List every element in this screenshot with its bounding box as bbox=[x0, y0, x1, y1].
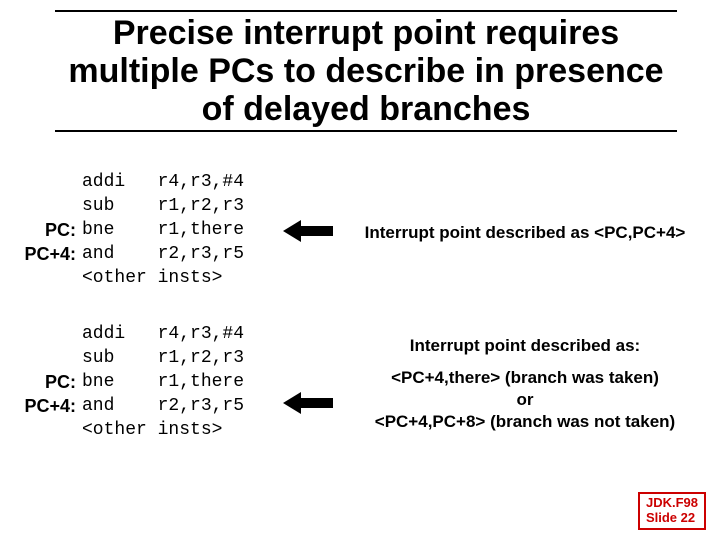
pc4-label: PC+4: bbox=[18, 394, 76, 418]
code-group-2: PC: PC+4: addi r4,r3,#4 sub r1,r2,r3 bne… bbox=[18, 322, 244, 442]
footer-badge: JDK.F98 Slide 22 bbox=[638, 492, 706, 530]
desc2-nottaken: <PC+4,PC+8> (branch was not taken) bbox=[340, 411, 710, 433]
pc-label: PC: bbox=[18, 370, 76, 394]
code-group-1: PC: PC+4: addi r4,r3,#4 sub r1,r2,r3 bne… bbox=[18, 170, 244, 290]
page-title: Precise interrupt point requires multipl… bbox=[55, 10, 677, 132]
arrow-left-icon bbox=[283, 390, 333, 416]
pc-label: PC: bbox=[18, 218, 76, 242]
pc-labels-1: PC: PC+4: bbox=[18, 170, 76, 290]
desc2-taken: <PC+4,there> (branch was taken) bbox=[340, 367, 710, 389]
pc4-label: PC+4: bbox=[18, 242, 76, 266]
desc2-or: or bbox=[340, 389, 710, 411]
slide: Precise interrupt point requires multipl… bbox=[0, 0, 720, 540]
code-block-2: addi r4,r3,#4 sub r1,r2,r3 bne r1,there … bbox=[82, 322, 244, 442]
footer-line1: JDK.F98 bbox=[646, 496, 698, 511]
footer-line2: Slide 22 bbox=[646, 511, 698, 526]
description-2: Interrupt point described as: <PC+4,ther… bbox=[340, 335, 710, 433]
pc-labels-2: PC: PC+4: bbox=[18, 322, 76, 442]
code-block-1: addi r4,r3,#4 sub r1,r2,r3 bne r1,there … bbox=[82, 170, 244, 290]
description-1: Interrupt point described as <PC,PC+4> bbox=[340, 222, 710, 244]
desc2-heading: Interrupt point described as: bbox=[340, 335, 710, 357]
arrow-left-icon bbox=[283, 218, 333, 244]
